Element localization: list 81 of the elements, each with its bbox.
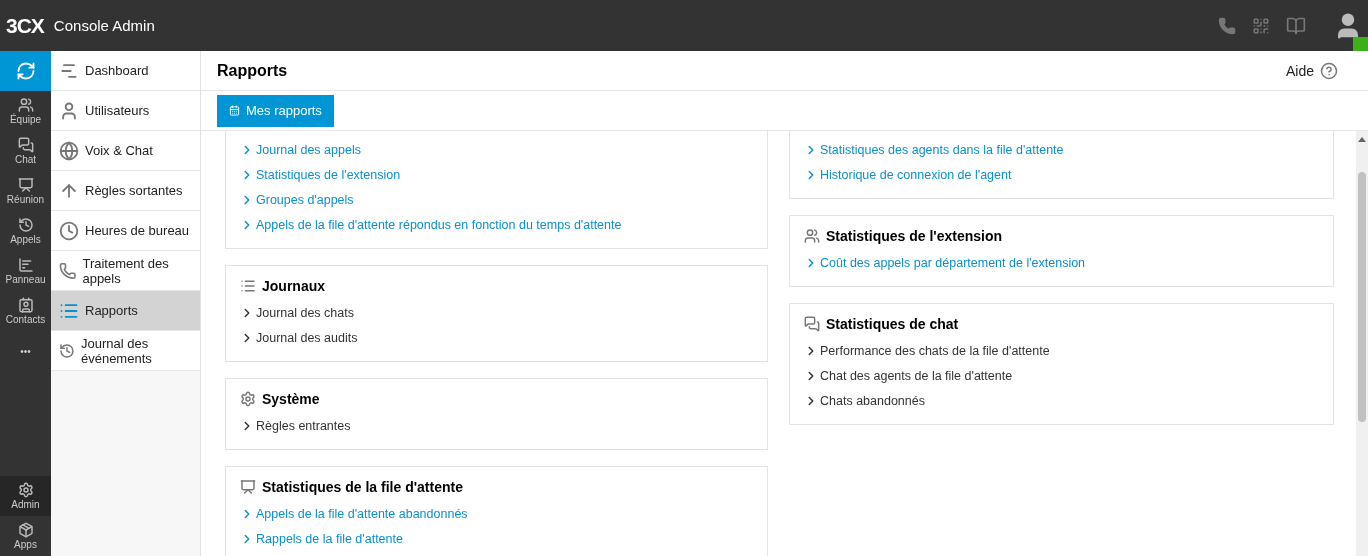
rail-item[interactable]: Admin [0, 476, 51, 516]
rail-label: Apps [14, 539, 37, 550]
card-title: Système [262, 391, 320, 407]
phone-icon[interactable] [1218, 16, 1236, 35]
sidebar-item[interactable]: Heures de bureau [51, 211, 200, 251]
list-icon [240, 278, 256, 294]
rail-label: Admin [11, 499, 40, 510]
rail-item[interactable]: Équipe [0, 91, 51, 131]
sidebar-label: Traitement des appels [82, 255, 170, 286]
sidebar-item[interactable]: Utilisateurs [51, 91, 200, 131]
rail-label: Contacts [5, 314, 46, 325]
people-icon [17, 97, 34, 113]
report-link[interactable]: Règles entrantes [240, 413, 767, 438]
report-link[interactable]: Coût des appels par département de l'extension [804, 250, 1333, 275]
sidebar-item[interactable]: Règles sortantes [51, 171, 200, 211]
report-link[interactable]: Historique de connexion de l'agent [804, 162, 1333, 187]
report-link[interactable]: Statistiques de l'extension [240, 162, 767, 187]
rail-label: Chat [14, 154, 37, 165]
rail-item[interactable]: Contacts [0, 291, 51, 331]
qr-code-icon[interactable] [1252, 16, 1270, 35]
meeting-icon [17, 177, 34, 193]
scrollbar[interactable] [1356, 131, 1368, 556]
book-icon[interactable] [1286, 15, 1306, 36]
sidebar-item[interactable]: Traitement des appels [51, 251, 200, 291]
queue-icon [240, 479, 256, 495]
report-link[interactable]: Journal des appels [240, 137, 767, 162]
people-icon [804, 228, 820, 244]
calendar-icon [229, 105, 240, 116]
report-link[interactable]: Chats abandonnés [804, 388, 1333, 413]
sidebar-label: Règles sortantes [85, 183, 183, 198]
rail-item[interactable]: Réunion [0, 171, 51, 211]
rail-item[interactable]: ••• [0, 331, 51, 371]
sidebar-item[interactable]: Journal des événements [51, 331, 200, 371]
rail-label: Réunion [6, 194, 45, 205]
rail-item[interactable]: Panneau [0, 251, 51, 291]
chat-bubbles-icon [17, 137, 34, 153]
sidebar-label: Journal des événements [80, 335, 153, 366]
report-link[interactable]: Appels de la file d'attente répondus en fonction du temps d'attente [240, 212, 767, 237]
sidebar-label: Heures de bureau [85, 223, 190, 238]
report-link[interactable]: Journal des chats [240, 300, 767, 325]
report-link[interactable]: Chat des agents de la file d'attente [804, 363, 1333, 388]
rail-label: Appels [10, 234, 41, 245]
rail-label: ••• [20, 345, 31, 357]
sidebar-item[interactable]: Rapports [51, 291, 200, 331]
help-icon [1320, 61, 1338, 80]
rail-label: Équipe [9, 114, 42, 125]
report-link[interactable]: Appels de la file d'attente abandonnés [240, 501, 767, 526]
sidebar-item[interactable]: Dashboard [51, 51, 200, 91]
clock-icon [59, 220, 79, 241]
report-link[interactable]: Groupes d'appels [240, 187, 767, 212]
sidebar-label: Utilisateurs [85, 103, 150, 118]
sidebar-label: Voix & Chat [85, 143, 153, 158]
rail-item[interactable]: Apps [0, 516, 51, 556]
card-title: Statistiques de la file d'attente [262, 479, 463, 495]
phone-icon [59, 260, 77, 281]
rail-item[interactable]: Appels [0, 211, 51, 251]
history-icon [17, 217, 34, 233]
card-title: Statistiques de l'extension [826, 228, 1003, 244]
rail-label: Panneau [5, 274, 46, 285]
settings-icon [240, 391, 256, 407]
rail-item[interactable]: Chat [0, 131, 51, 171]
card-title: Journaux [262, 278, 325, 294]
box-icon [17, 522, 34, 538]
card-title: Statistiques de chat [826, 316, 959, 332]
contact-card-icon [17, 297, 34, 313]
chat-bubbles-icon [804, 316, 820, 332]
sidebar-item[interactable]: Voix & Chat [51, 131, 200, 171]
user-icon [59, 100, 79, 121]
sidebar-label: Rapports [85, 303, 138, 318]
sidebar-label: Dashboard [85, 63, 149, 78]
settings-icon [17, 482, 34, 498]
report-link[interactable]: Performance des chats de la file d'attente [804, 338, 1333, 363]
panel-icon [17, 257, 34, 273]
help-link[interactable]: Aide [1285, 61, 1338, 80]
report-link[interactable]: Rappels de la file d'attente [240, 526, 767, 551]
brand-logo: 3CX [6, 13, 44, 38]
app-title: Console Admin [53, 17, 156, 34]
globe-icon [59, 140, 79, 161]
page-title: Rapports [217, 61, 289, 80]
report-link[interactable]: Statistiques des agents dans la file d'attente [804, 137, 1333, 162]
report-link[interactable]: Journal des audits [240, 325, 767, 350]
